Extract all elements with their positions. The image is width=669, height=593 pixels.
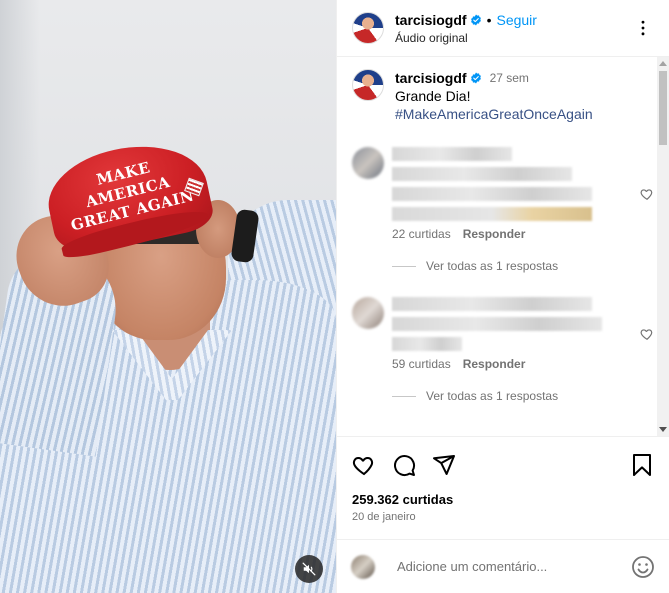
add-comment-bar: Adicione um comentário... [337, 539, 669, 593]
author-line: tarcisiogdf • Seguir [395, 12, 537, 28]
comment-likes[interactable]: 59 curtidas [392, 357, 451, 371]
blurred-username [392, 147, 512, 161]
replies-divider [392, 265, 416, 267]
post-date[interactable]: 20 de janeiro [337, 507, 669, 523]
bookmark-icon [633, 453, 651, 476]
comment-like-heart-icon[interactable] [640, 327, 654, 341]
caption-body: tarcisiogdf 27 sem Grande Dia! #MakeAmer… [395, 69, 593, 123]
mute-button[interactable] [295, 555, 323, 583]
view-replies-text[interactable]: Ver todas as 1 respostas [426, 389, 558, 403]
likes-count[interactable]: 259.362 curtidas [337, 492, 669, 507]
caption-text: Grande Dia! [395, 88, 471, 104]
save-button[interactable] [629, 452, 655, 478]
audio-link[interactable]: Áudio original [395, 31, 537, 45]
like-button[interactable] [351, 452, 377, 478]
comment-item: 22 curtidas Responder [352, 147, 654, 241]
post-header: tarcisiogdf • Seguir Áudio original [337, 0, 669, 57]
comment-bubble-icon [394, 454, 416, 476]
post-media[interactable]: MAKE AMERICA GREAT AGAIN [0, 0, 336, 593]
comment-body: 59 curtidas Responder [392, 297, 602, 371]
current-user-avatar [351, 554, 375, 579]
speaker-muted-icon [302, 562, 316, 576]
blurred-text-line [392, 187, 592, 201]
caption-hashtag[interactable]: #MakeAmericaGreatOnceAgain [395, 105, 593, 123]
comment-input[interactable]: Adicione um comentário... [397, 559, 547, 574]
scroll-down-arrow-icon[interactable] [659, 427, 667, 432]
scroll-thumb[interactable] [659, 71, 667, 145]
comment-meta: 59 curtidas Responder [392, 357, 602, 371]
comments-section[interactable]: tarcisiogdf 27 sem Grande Dia! #MakeAmer… [337, 57, 669, 436]
author-username[interactable]: tarcisiogdf [395, 12, 467, 28]
view-replies-text[interactable]: Ver todas as 1 respostas [426, 259, 558, 273]
replies-divider [392, 395, 416, 397]
share-button[interactable] [431, 452, 457, 478]
post-caption: tarcisiogdf 27 sem Grande Dia! #MakeAmer… [352, 69, 654, 123]
view-replies-link[interactable]: Ver todas as 1 respostas [392, 389, 654, 403]
caption-head: tarcisiogdf 27 sem [395, 69, 593, 87]
more-options-button[interactable] [631, 16, 655, 40]
emoji-icon[interactable] [631, 555, 655, 579]
post-viewer: MAKE AMERICA GREAT AGAIN tarcisiogdf • S… [0, 0, 669, 593]
caption-username[interactable]: tarcisiogdf [395, 69, 467, 87]
caption-author-avatar[interactable] [352, 69, 384, 101]
commenter-avatar[interactable] [352, 297, 384, 329]
commenter-avatar[interactable] [352, 147, 384, 179]
caption-time[interactable]: 27 sem [490, 69, 529, 87]
scroll-up-arrow-icon[interactable] [659, 61, 667, 66]
blurred-text-line [392, 337, 462, 351]
comment-like-heart-icon[interactable] [640, 187, 654, 201]
comment-item: 59 curtidas Responder [352, 297, 654, 371]
comment-button[interactable] [391, 452, 417, 478]
author-info: tarcisiogdf • Seguir Áudio original [395, 12, 537, 45]
follow-button[interactable]: Seguir [496, 12, 536, 28]
verified-badge-icon [470, 72, 481, 84]
separator-dot: • [486, 11, 492, 28]
blurred-text-line [392, 317, 602, 331]
comments-scrollbar[interactable] [657, 57, 669, 436]
author-avatar[interactable] [352, 12, 384, 44]
blurred-text-line [392, 297, 592, 311]
comment-likes[interactable]: 22 curtidas [392, 227, 451, 241]
verified-badge-icon [470, 14, 481, 25]
reply-button[interactable]: Responder [463, 357, 526, 371]
more-options-icon [641, 20, 645, 36]
view-replies-link[interactable]: Ver todas as 1 respostas [392, 259, 654, 273]
blurred-text-line [392, 167, 572, 181]
comment-meta: 22 curtidas Responder [392, 227, 602, 241]
heart-icon [352, 456, 374, 475]
blurred-text-line [392, 207, 592, 221]
paper-plane-icon [433, 454, 455, 475]
post-side-panel: tarcisiogdf • Seguir Áudio original tarc… [336, 0, 669, 593]
comment-body: 22 curtidas Responder [392, 147, 602, 241]
reply-button[interactable]: Responder [463, 227, 526, 241]
post-actions-bar [337, 436, 669, 492]
